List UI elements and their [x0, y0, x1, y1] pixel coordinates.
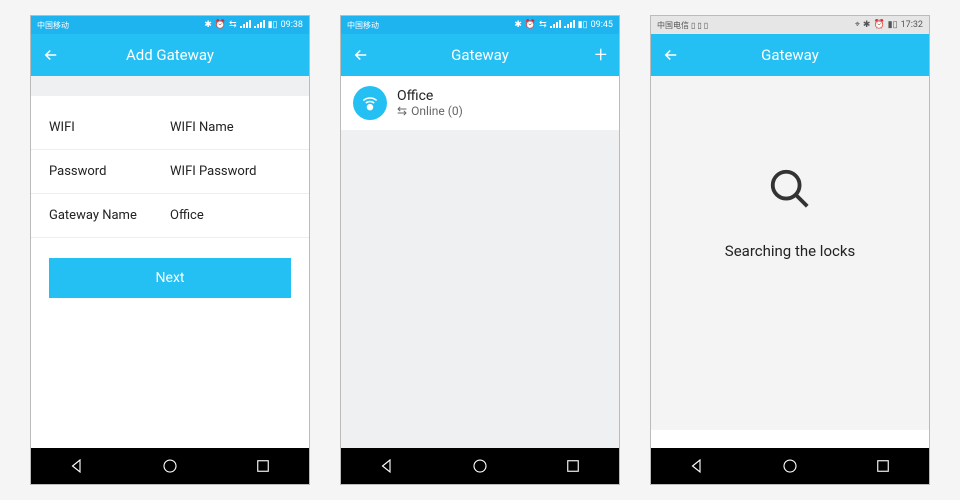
signal-icon-2: [254, 20, 265, 31]
carrier-label: 中国移动: [37, 20, 69, 31]
battery-icon: ▮▯: [578, 20, 588, 30]
sync-icon: ⇆: [397, 104, 407, 118]
search-icon: [767, 166, 813, 212]
header: Gateway: [651, 34, 929, 76]
nav-back-icon[interactable]: [68, 457, 86, 475]
status-bar: 中国移动 ✱ ⏰ ⇆ ▮▯ 09:38: [31, 16, 309, 34]
header-title: Gateway: [451, 46, 509, 64]
header-title: Add Gateway: [126, 46, 214, 64]
wifi-label: WIFI: [49, 120, 170, 135]
carrier-label: 中国电信 ▯ ▯ ▯: [657, 20, 708, 31]
gateway-name-label: Gateway Name: [49, 208, 170, 223]
header-title: Gateway: [761, 46, 819, 64]
searching-text: Searching the locks: [725, 242, 855, 260]
status-bar: 中国移动 ✱ ⏰ ⇆ ▮▯ 09:45: [341, 16, 619, 34]
gateway-status: ⇆ Online (0): [397, 104, 463, 118]
status-bar: 中国电信 ▯ ▯ ▯ ⌖ ✱ ⏰ ▮▯ 17:32: [651, 16, 929, 34]
header: Add Gateway: [31, 34, 309, 76]
status-icons: ✱ ⏰ ⇆ ▮▯ 09:38: [204, 20, 303, 31]
search-area: Searching the locks: [651, 76, 929, 260]
status-icons: ✱ ⏰ ⇆ ▮▯ 09:45: [514, 20, 613, 31]
gateway-name-value: Office: [170, 208, 291, 223]
alarm-icon: ⏰: [873, 20, 884, 30]
password-value: WIFI Password: [170, 164, 291, 179]
status-time: 09:38: [281, 20, 303, 30]
back-button[interactable]: [31, 46, 71, 64]
carrier-label: 中国移动: [347, 20, 379, 31]
gateway-icon: [353, 86, 387, 120]
nav-recent-icon[interactable]: [254, 457, 272, 475]
gateway-list-item[interactable]: Office ⇆ Online (0): [341, 76, 619, 130]
bluetooth-icon: ✱: [863, 20, 871, 30]
nav-recent-icon[interactable]: [874, 457, 892, 475]
nav-recent-icon[interactable]: [564, 457, 582, 475]
gateway-text: Office ⇆ Online (0): [397, 88, 463, 118]
content-area: Searching the locks: [651, 76, 929, 430]
location-icon: ⌖: [855, 20, 860, 30]
wifi-value: WIFI Name: [170, 120, 291, 135]
android-nav-bar: [341, 448, 619, 484]
signal-icon: [550, 20, 561, 31]
phone-screen-searching: 中国电信 ▯ ▯ ▯ ⌖ ✱ ⏰ ▮▯ 17:32 Gateway Search…: [650, 15, 930, 485]
signal-icon: [240, 20, 251, 31]
nav-back-icon[interactable]: [378, 457, 396, 475]
wifi-icon: ⇆: [539, 20, 547, 30]
nav-home-icon[interactable]: [161, 457, 179, 475]
password-label: Password: [49, 164, 170, 179]
alarm-icon: ⏰: [215, 20, 226, 30]
bluetooth-icon: ✱: [204, 20, 212, 30]
wifi-icon: ⇆: [229, 20, 237, 30]
nav-home-icon[interactable]: [781, 457, 799, 475]
nav-home-icon[interactable]: [471, 457, 489, 475]
content-area: Office ⇆ Online (0): [341, 76, 619, 448]
password-row[interactable]: Password WIFI Password: [31, 150, 309, 194]
bluetooth-icon: ✱: [514, 20, 522, 30]
battery-icon: ▮▯: [268, 20, 278, 30]
status-time: 17:32: [901, 20, 923, 30]
gateway-name-row[interactable]: Gateway Name Office: [31, 194, 309, 238]
next-button[interactable]: Next: [49, 258, 291, 298]
add-button[interactable]: +: [595, 43, 607, 68]
phone-screen-add-gateway: 中国移动 ✱ ⏰ ⇆ ▮▯ 09:38 Add Gateway WIFI WIF…: [30, 15, 310, 485]
signal-icon-2: [564, 20, 575, 31]
content-area: WIFI WIFI Name Password WIFI Password Ga…: [31, 76, 309, 448]
form: WIFI WIFI Name Password WIFI Password Ga…: [31, 96, 309, 318]
header: Gateway +: [341, 34, 619, 76]
wifi-row[interactable]: WIFI WIFI Name: [31, 106, 309, 150]
android-nav-bar: [651, 448, 929, 484]
status-time: 09:45: [591, 20, 613, 30]
android-nav-bar: [31, 448, 309, 484]
back-button[interactable]: [341, 46, 381, 64]
phone-screen-gateway-list: 中国移动 ✱ ⏰ ⇆ ▮▯ 09:45 Gateway +: [340, 15, 620, 485]
nav-back-icon[interactable]: [688, 457, 706, 475]
status-icons: ⌖ ✱ ⏰ ▮▯ 17:32: [855, 20, 923, 30]
gateway-name: Office: [397, 88, 463, 104]
battery-icon: ▮▯: [888, 20, 898, 30]
back-button[interactable]: [651, 46, 691, 64]
alarm-icon: ⏰: [525, 20, 536, 30]
